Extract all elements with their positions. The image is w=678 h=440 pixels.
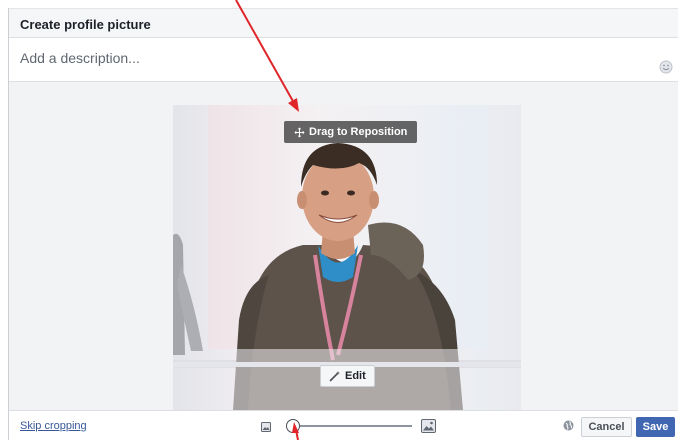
emoji-icon[interactable] <box>659 60 673 74</box>
zoom-slider-thumb[interactable] <box>286 419 300 433</box>
zoom-slider[interactable] <box>284 419 412 433</box>
magic-wand-icon <box>329 371 340 382</box>
zoom-slider-track[interactable] <box>290 425 412 427</box>
description-input[interactable] <box>20 50 620 66</box>
crop-mask-right <box>487 105 521 410</box>
save-button[interactable]: Save <box>636 417 675 437</box>
drag-to-reposition-hint[interactable]: Drag to Reposition <box>284 121 418 143</box>
globe-icon[interactable] <box>563 420 574 431</box>
profile-photo-crop-area[interactable]: Drag to Reposition Edit <box>173 105 521 410</box>
image-large-icon[interactable] <box>421 419 436 433</box>
crop-canvas: Drag to Reposition Edit <box>9 82 678 410</box>
dialog-title: Create profile picture <box>20 17 151 32</box>
image-small-icon[interactable] <box>261 422 271 432</box>
edit-photo-button[interactable]: Edit <box>320 365 375 387</box>
description-bar <box>9 38 678 82</box>
cancel-button[interactable]: Cancel <box>581 417 632 437</box>
dialog-footer: Skip cropping Cancel Save <box>9 410 678 440</box>
create-profile-picture-dialog: Create profile picture Add a description… <box>8 8 678 440</box>
edit-label: Edit <box>345 370 366 382</box>
move-icon <box>294 126 305 138</box>
drag-hint-label: Drag to Reposition <box>309 126 408 138</box>
dialog-header: Create profile picture <box>9 8 678 38</box>
skip-cropping-link[interactable]: Skip cropping <box>20 420 87 432</box>
crop-mask-left <box>173 105 208 410</box>
